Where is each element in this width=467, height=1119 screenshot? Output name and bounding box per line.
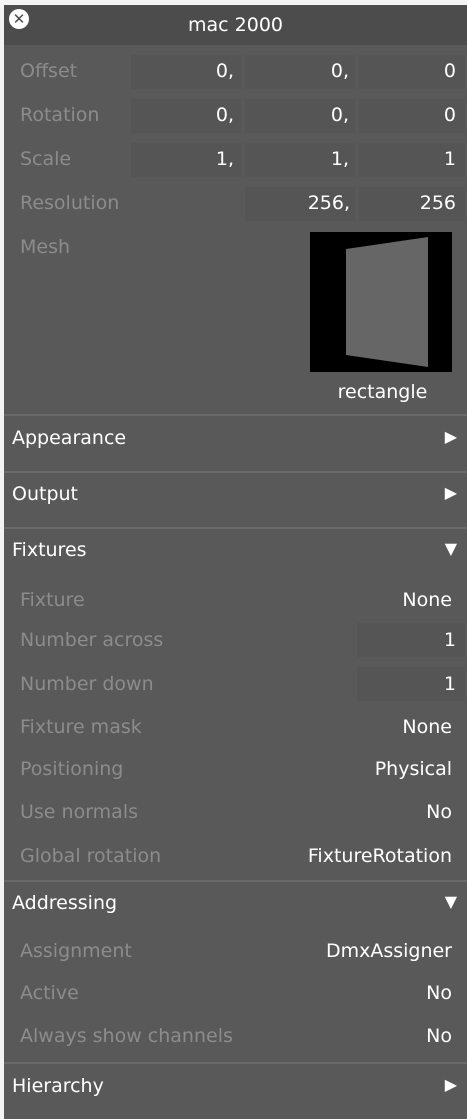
assignment-label: Assignment — [20, 940, 132, 962]
section-hierarchy[interactable]: Hierarchy ▶ — [4, 1066, 467, 1110]
scale-x-value: 1, — [215, 148, 234, 170]
assignment-value[interactable]: DmxAssigner — [264, 940, 452, 962]
always-show-channels-label: Always show channels — [20, 1025, 233, 1047]
mesh-label: Mesh — [20, 236, 71, 258]
triangle-right-icon[interactable]: ▶ — [445, 1075, 457, 1094]
offset-y-value: 0, — [330, 60, 349, 82]
title-bar: mac 2000 ✕ — [4, 5, 467, 45]
resolution-y-value: 256 — [419, 192, 456, 214]
section-fixtures[interactable]: Fixtures ▼ — [4, 530, 467, 574]
global-rotation-value[interactable]: FixtureRotation — [244, 845, 452, 867]
section-output[interactable]: Output ▶ — [4, 474, 467, 518]
section-appearance-label: Appearance — [12, 427, 127, 449]
scale-z-value: 1 — [443, 148, 456, 170]
resolution-label: Resolution — [20, 192, 120, 214]
triangle-down-icon[interactable]: ▼ — [445, 539, 457, 558]
offset-z-value: 0 — [443, 60, 456, 82]
section-hierarchy-label: Hierarchy — [12, 1075, 104, 1097]
section-output-label: Output — [12, 483, 78, 505]
window-title: mac 2000 — [188, 14, 283, 36]
use-normals-label: Use normals — [20, 801, 139, 823]
offset-x-value: 0, — [215, 60, 234, 82]
use-normals-value[interactable]: No — [284, 801, 452, 823]
fixture-mask-label: Fixture mask — [20, 716, 142, 738]
properties-panel: mac 2000 ✕ Offset 0, 0, 0 Rotation 0, 0,… — [4, 5, 467, 1119]
close-icon[interactable]: ✕ — [9, 9, 29, 29]
fixture-mask-value[interactable]: None — [284, 716, 452, 738]
number-down-label: Number down — [20, 673, 154, 695]
active-label: Active — [20, 982, 79, 1004]
mesh-name[interactable]: rectangle — [310, 381, 455, 403]
fixture-label: Fixture — [20, 589, 85, 611]
number-across-value: 1 — [443, 629, 456, 651]
global-rotation-label: Global rotation — [20, 845, 162, 867]
positioning-value[interactable]: Physical — [284, 758, 452, 780]
divider — [4, 527, 467, 529]
triangle-right-icon[interactable]: ▶ — [445, 483, 457, 502]
divider — [4, 471, 467, 473]
offset-label: Offset — [20, 60, 78, 82]
resolution-x-value: 256, — [307, 192, 350, 214]
scale-y-value: 1, — [330, 148, 349, 170]
section-addressing[interactable]: Addressing ▼ — [4, 883, 467, 927]
section-addressing-label: Addressing — [12, 892, 118, 914]
number-across-label: Number across — [20, 629, 164, 651]
divider — [4, 1062, 467, 1064]
active-value[interactable]: No — [284, 982, 452, 1004]
section-fixtures-label: Fixtures — [12, 539, 87, 561]
positioning-label: Positioning — [20, 758, 124, 780]
divider — [4, 880, 467, 882]
mesh-quad-shape — [346, 237, 428, 367]
triangle-right-icon[interactable]: ▶ — [445, 427, 457, 446]
fixture-value[interactable]: None — [284, 589, 452, 611]
mesh-preview-graphic — [346, 237, 428, 367]
mesh-preview[interactable] — [310, 232, 452, 372]
scale-label: Scale — [20, 148, 72, 170]
number-down-value: 1 — [443, 673, 456, 695]
always-show-channels-value[interactable]: No — [284, 1025, 452, 1047]
divider — [4, 414, 467, 416]
triangle-down-icon[interactable]: ▼ — [445, 892, 457, 911]
rotation-y-value: 0, — [330, 104, 349, 126]
rotation-label: Rotation — [20, 104, 100, 126]
rotation-z-value: 0 — [443, 104, 456, 126]
rotation-x-value: 0, — [215, 104, 234, 126]
section-appearance[interactable]: Appearance ▶ — [4, 418, 467, 462]
